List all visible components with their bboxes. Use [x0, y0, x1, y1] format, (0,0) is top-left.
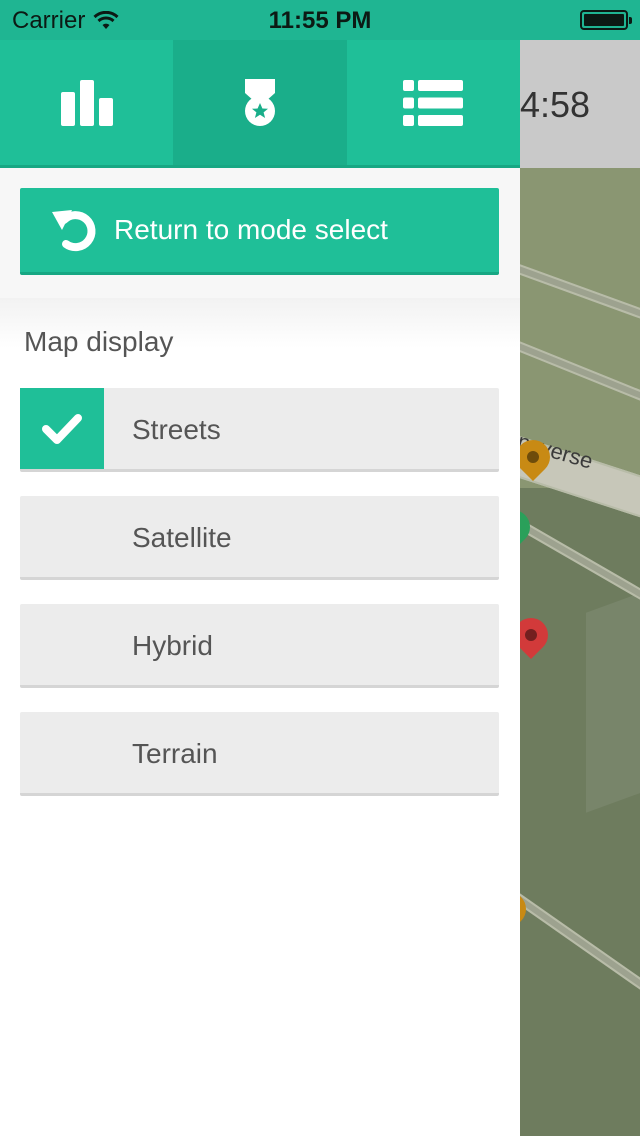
return-arrow-icon [52, 210, 96, 252]
medal-icon [244, 78, 275, 126]
return-to-mode-select-button[interactable]: Return to mode select [20, 188, 499, 275]
option-label: Satellite [132, 522, 232, 553]
tab-medal[interactable] [173, 40, 347, 165]
map-option-satellite[interactable]: Satellite [20, 496, 499, 580]
status-bar: Carrier 11:55 PM [0, 0, 640, 40]
tab-list[interactable] [347, 40, 520, 165]
map-timer: 4:58 [520, 84, 591, 125]
selected-indicator [20, 388, 104, 469]
list-icon [403, 79, 464, 126]
map-road [520, 886, 640, 1004]
map-option-streets[interactable]: Streets [20, 388, 499, 472]
battery-icon [580, 10, 632, 30]
return-section: Return to mode select [0, 168, 520, 298]
tab-stats[interactable] [0, 40, 173, 165]
status-time: 11:55 PM [268, 7, 372, 34]
option-label: Hybrid [132, 630, 213, 661]
map-road [520, 520, 640, 610]
option-label: Terrain [132, 738, 218, 769]
map-view[interactable]: 4:58 ansverse [520, 40, 640, 1136]
map-display-title: Map display [24, 326, 174, 357]
map-header: 4:58 [520, 40, 640, 168]
drawer-tab-bar [0, 40, 520, 168]
map-option-hybrid[interactable]: Hybrid [20, 604, 499, 688]
return-button-label: Return to mode select [114, 214, 388, 245]
map-terrain-patch [586, 587, 640, 813]
side-drawer: Return to mode select Map display Street… [0, 40, 520, 1136]
option-label: Streets [132, 414, 221, 445]
map-option-terrain[interactable]: Terrain [20, 712, 499, 796]
bar-chart-icon [60, 79, 113, 126]
map-pin-red[interactable] [520, 610, 556, 660]
checkmark-icon [42, 413, 82, 444]
